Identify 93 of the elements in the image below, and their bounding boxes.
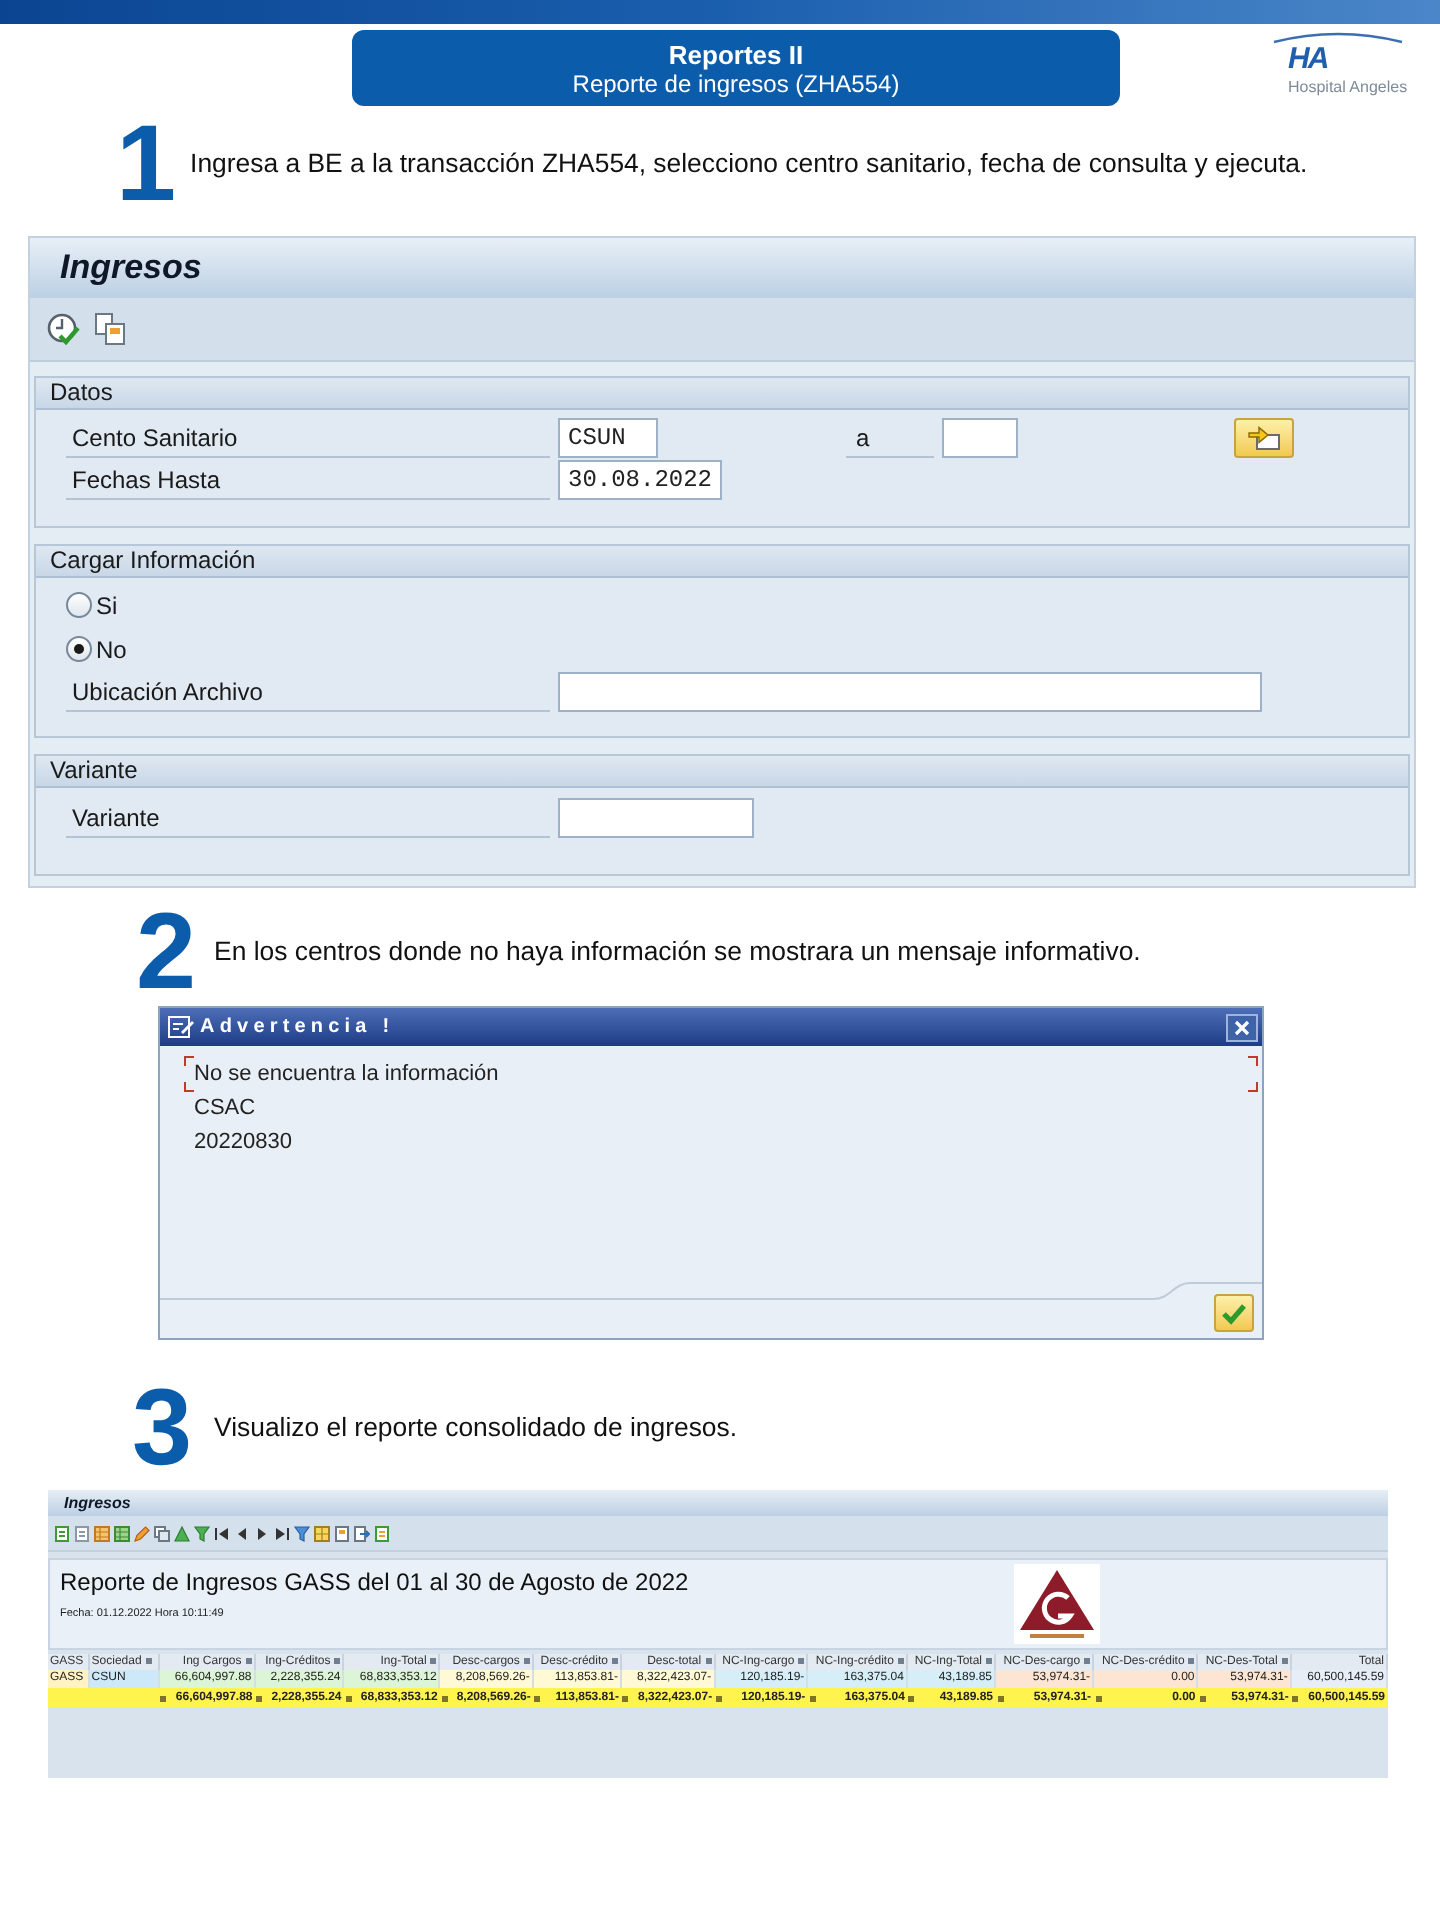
- window-icon: [168, 1016, 194, 1038]
- step-instruction: Ingresa a BE a la transacción ZHA554, selecciono centro sanitario, fecha de consulta y ejecuta.: [190, 148, 1308, 180]
- screen-title: Ingresos: [60, 246, 202, 291]
- focus-corner-icon: [1248, 1056, 1258, 1066]
- logo-swoosh-icon: [1272, 30, 1404, 44]
- text-field[interactable]: CSUN: [558, 418, 658, 458]
- field-label: a: [846, 418, 934, 458]
- next-icon[interactable]: [254, 1525, 270, 1541]
- logo-name: Hospital Angeles: [1288, 78, 1408, 96]
- arrow-box-icon: [1248, 426, 1280, 450]
- screen-title: Ingresos: [48, 1490, 1388, 1516]
- column-marker-icon: [334, 1657, 341, 1664]
- first-page-icon[interactable]: [214, 1525, 230, 1541]
- logo-mark: HA: [1288, 46, 1328, 74]
- table-icon[interactable]: [114, 1525, 130, 1541]
- table-icon[interactable]: [94, 1525, 110, 1541]
- sum-marker-icon: [160, 1695, 167, 1701]
- sum-marker-icon: [345, 1695, 352, 1701]
- sum-marker-icon: [716, 1695, 723, 1701]
- sum-marker-icon: [1199, 1695, 1206, 1701]
- column-marker-icon: [245, 1657, 252, 1664]
- focus-corner-icon: [184, 1082, 194, 1092]
- checkmark-icon: [1220, 1300, 1248, 1326]
- step-number: 2: [136, 907, 197, 995]
- close-icon: [1234, 1019, 1250, 1035]
- column-marker-icon: [798, 1657, 805, 1664]
- selection-button[interactable]: [1234, 418, 1294, 458]
- step-instruction: En los centros donde no haya información se mostrara un mensaje informativo.: [214, 935, 1141, 967]
- radio-button[interactable]: [66, 592, 92, 618]
- export-icon[interactable]: [354, 1525, 370, 1541]
- column-marker-icon: [705, 1657, 712, 1664]
- radio-label: Si: [96, 589, 118, 623]
- message-line: 20220830: [194, 1128, 292, 1158]
- grid-icon[interactable]: [314, 1525, 330, 1541]
- text-field[interactable]: [558, 798, 754, 838]
- report-heading: Reporte de Ingresos GASS del 01 al 30 de Agosto de 2022: [60, 1566, 689, 1598]
- field-label: Ubicación Archivo: [66, 672, 550, 712]
- execute-icon[interactable]: [46, 311, 82, 347]
- sum-marker-icon: [622, 1695, 629, 1701]
- document-icon[interactable]: [74, 1525, 90, 1541]
- column-marker-icon: [1281, 1657, 1288, 1664]
- sum-marker-icon: [441, 1695, 448, 1701]
- text-field[interactable]: [942, 418, 1018, 458]
- sum-marker-icon: [1292, 1695, 1299, 1701]
- sum-marker-icon: [809, 1695, 816, 1701]
- step-number: 1: [116, 120, 177, 208]
- document-icon[interactable]: [334, 1525, 350, 1541]
- column-marker-icon: [611, 1657, 618, 1664]
- triangle-icon[interactable]: [174, 1525, 190, 1541]
- column-marker-icon: [145, 1657, 152, 1664]
- document-icon[interactable]: [54, 1525, 70, 1541]
- banner-title: Reportes II: [668, 39, 804, 69]
- step-number: 3: [132, 1384, 193, 1472]
- focus-corner-icon: [184, 1056, 194, 1066]
- total-cell: [48, 1688, 89, 1708]
- column-marker-icon: [897, 1657, 904, 1664]
- sum-marker-icon: [534, 1695, 541, 1701]
- section-header: Variante: [36, 756, 1408, 788]
- message-line: CSAC: [194, 1094, 256, 1124]
- filter-icon[interactable]: [294, 1525, 310, 1541]
- radio-button[interactable]: [66, 636, 92, 662]
- section-header: Datos: [36, 378, 1408, 410]
- section-header: Cargar Información: [36, 546, 1408, 578]
- focus-corner-icon: [1248, 1082, 1258, 1092]
- dialog-title: Advertencia !: [200, 1014, 395, 1042]
- step-instruction: Visualizo el reporte consolidado de ingresos.: [214, 1412, 738, 1444]
- pencil-icon[interactable]: [134, 1525, 150, 1541]
- sum-marker-icon: [1095, 1695, 1102, 1701]
- text-field[interactable]: [558, 672, 1262, 712]
- sum-marker-icon: [256, 1695, 263, 1701]
- previous-icon[interactable]: [234, 1525, 250, 1541]
- field-label: Variante: [66, 798, 550, 838]
- field-label: Cento Sanitario: [66, 418, 550, 458]
- ok-button[interactable]: [1214, 1294, 1254, 1332]
- copy-icon[interactable]: [154, 1525, 170, 1541]
- column-marker-icon: [430, 1657, 437, 1664]
- radio-label: No: [96, 633, 127, 667]
- copy-icon[interactable]: [92, 311, 128, 347]
- filter-icon[interactable]: [194, 1525, 210, 1541]
- field-label: Fechas Hasta: [66, 460, 550, 500]
- text-field[interactable]: 30.08.2022: [558, 460, 722, 500]
- sum-marker-icon: [997, 1695, 1004, 1701]
- document-icon[interactable]: [374, 1525, 390, 1541]
- column-marker-icon: [1084, 1657, 1091, 1664]
- column-marker-icon: [523, 1657, 530, 1664]
- banner-subtitle: Reporte de ingresos (ZHA554): [572, 69, 900, 97]
- column-marker-icon: [986, 1657, 993, 1664]
- close-button[interactable]: [1226, 1013, 1258, 1041]
- sum-marker-icon: [908, 1695, 915, 1701]
- column-marker-icon: [1188, 1657, 1195, 1664]
- last-page-icon[interactable]: [274, 1525, 290, 1541]
- message-line: No se encuentra la información: [194, 1059, 499, 1089]
- company-logo-icon: [1014, 1564, 1100, 1644]
